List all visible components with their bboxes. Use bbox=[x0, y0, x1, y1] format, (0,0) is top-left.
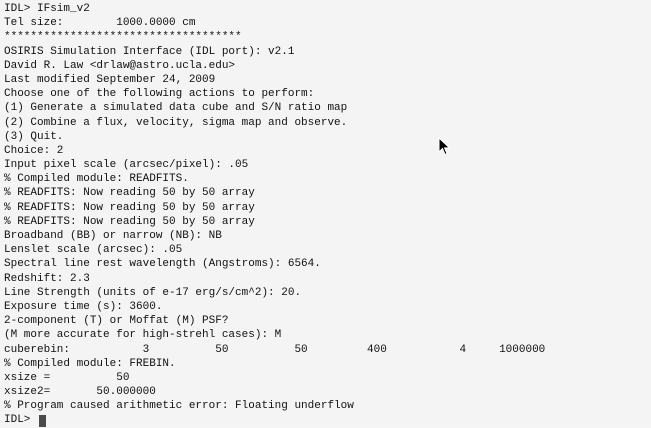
terminal-line: % Compiled module: READFITS. bbox=[4, 173, 189, 186]
prompt-label: IDL> bbox=[4, 414, 38, 427]
terminal-line: Input pixel scale (arcsec/pixel): .05 bbox=[4, 159, 249, 172]
terminal-line: xsize = 50 bbox=[4, 371, 130, 384]
terminal-line: cuberebin: 3 50 50 400 4 1000000 bbox=[4, 343, 546, 356]
terminal-line: IDL> IFsim_v2 bbox=[4, 3, 90, 15]
terminal-line: xsize2= 50.000000 bbox=[4, 386, 156, 399]
terminal-line: % READFITS: Now reading 50 by 50 array bbox=[4, 201, 255, 214]
terminal-line: Choice: 2 bbox=[4, 144, 64, 157]
terminal-line: (3) Quit. bbox=[4, 130, 64, 143]
mouse-pointer-icon bbox=[438, 137, 451, 156]
terminal-line: Tel size: 1000.0000 cm bbox=[4, 17, 196, 30]
terminal-line: (1) Generate a simulated data cube and S… bbox=[4, 102, 348, 115]
terminal-line: Choose one of the following actions to p… bbox=[4, 88, 315, 101]
terminal-line: 2-component (T) or Moffat (M) PSF? bbox=[4, 315, 229, 328]
text-cursor bbox=[39, 414, 47, 427]
terminal-line: (2) Combine a flux, velocity, sigma map … bbox=[4, 116, 348, 129]
terminal-line: (M more accurate for high-strehl cases):… bbox=[4, 329, 282, 342]
terminal-line: % READFITS: Now reading 50 by 50 array bbox=[4, 187, 255, 200]
command-prompt[interactable]: IDL> bbox=[4, 413, 651, 427]
terminal-line: Broadband (BB) or narrow (NB): NB bbox=[4, 230, 222, 242]
terminal-line: Redshift: 2.3 bbox=[4, 272, 90, 285]
terminal-line: David R. Law <drlaw@astro.ucla.edu> bbox=[4, 59, 236, 72]
terminal-line: Exposure time (s): 3600. bbox=[4, 300, 163, 313]
terminal-line: % READFITS: Now reading 50 by 50 array bbox=[4, 215, 255, 228]
terminal-line: Lenslet scale (arcsec): .05 bbox=[4, 244, 183, 257]
terminal-line: Spectral line rest wavelength (Angstroms… bbox=[4, 258, 321, 271]
terminal-window[interactable]: IDL> IFsim_v2 Tel size: 1000.0000 cm ***… bbox=[0, 0, 651, 427]
terminal-line: % Compiled module: FREBIN. bbox=[4, 357, 176, 370]
terminal-line: Line Strength (units of e-17 erg/s/cm^2)… bbox=[4, 286, 302, 299]
terminal-line: ************************************ bbox=[4, 31, 242, 44]
terminal-line: Last modified September 24, 2009 bbox=[4, 73, 216, 86]
terminal-line: % Program caused arithmetic error: Float… bbox=[4, 400, 354, 413]
terminal-line: OSIRIS Simulation Interface (IDL port): … bbox=[4, 45, 295, 58]
